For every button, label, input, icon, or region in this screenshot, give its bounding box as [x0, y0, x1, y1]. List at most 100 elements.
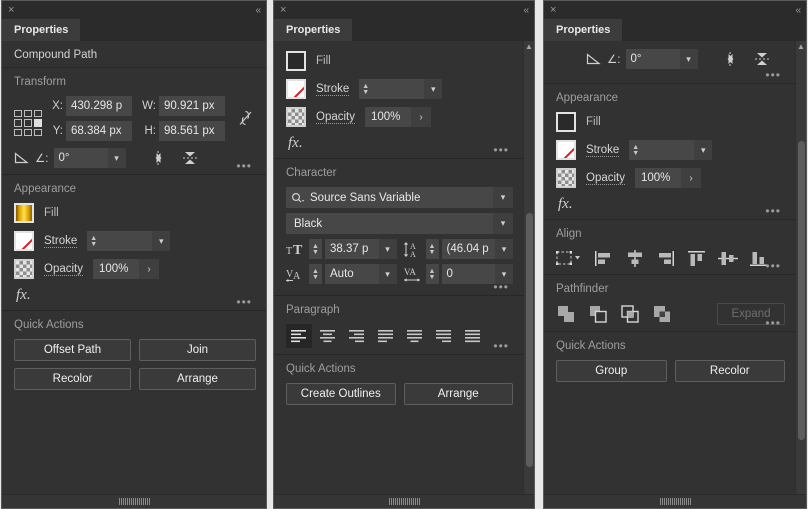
opacity-control[interactable]: 100% ›: [365, 107, 431, 127]
fill-swatch[interactable]: [556, 112, 576, 132]
opacity-swatch[interactable]: [286, 107, 306, 127]
font-size-control[interactable]: T T ▲ ▼ 38.37 p ▾: [286, 239, 397, 259]
tab-properties[interactable]: Properties: [274, 19, 353, 41]
opacity-swatch[interactable]: [14, 259, 34, 279]
font-family-combo[interactable]: Source Sans Variable ▾: [286, 187, 513, 208]
height-input[interactable]: 98.561 px: [159, 121, 225, 141]
tracking-input[interactable]: 0: [442, 264, 496, 284]
vertical-scrollbar[interactable]: ▲: [795, 41, 806, 494]
arrange-button[interactable]: Arrange: [139, 368, 256, 390]
chevron-down-icon[interactable]: ▾: [694, 140, 713, 160]
transform-more-options[interactable]: •••: [765, 69, 781, 81]
align-top-edges-icon[interactable]: [686, 248, 708, 268]
align-more-options[interactable]: •••: [765, 260, 781, 272]
stroke-swatch[interactable]: [14, 231, 34, 251]
chevron-down-icon[interactable]: ▾: [679, 49, 698, 69]
width-input[interactable]: 90.921 px: [159, 96, 225, 116]
paragraph-justify-last-center-icon[interactable]: [402, 324, 428, 348]
stroke-weight-control[interactable]: ▲ ▼ ▾: [359, 79, 443, 99]
opacity-expand-icon[interactable]: ›: [411, 107, 431, 127]
chevron-down-icon[interactable]: ▾: [152, 231, 171, 251]
appearance-more-options[interactable]: •••: [765, 205, 781, 217]
stroke-label[interactable]: Stroke: [586, 144, 620, 157]
kerning-input[interactable]: Auto: [325, 264, 379, 284]
scrollbar-thumb[interactable]: [798, 140, 805, 440]
collapse-panel-icon[interactable]: «: [255, 5, 260, 16]
join-button[interactable]: Join: [139, 339, 256, 361]
stroke-weight-input[interactable]: [100, 231, 152, 251]
chevron-down-icon[interactable]: ▾: [493, 213, 513, 234]
recolor-button[interactable]: Recolor: [674, 360, 785, 382]
tab-properties[interactable]: Properties: [544, 19, 623, 41]
pathfinder-minus-front-icon[interactable]: [588, 304, 608, 324]
appearance-more-options[interactable]: •••: [236, 296, 252, 308]
paragraph-justify-last-right-icon[interactable]: [431, 324, 457, 348]
flip-vertical-icon[interactable]: [181, 149, 199, 167]
opacity-input[interactable]: 100%: [635, 168, 681, 188]
stroke-swatch[interactable]: [286, 79, 306, 99]
opacity-swatch[interactable]: [556, 168, 576, 188]
flip-horizontal-icon[interactable]: [721, 50, 739, 68]
fx-effects-icon[interactable]: fx.: [286, 135, 513, 152]
stroke-weight-input[interactable]: [642, 140, 694, 160]
scroll-up-icon[interactable]: ▲: [524, 43, 534, 51]
close-icon[interactable]: ×: [550, 4, 556, 16]
chevron-down-icon[interactable]: ▾: [424, 79, 443, 99]
opacity-control[interactable]: 100% ›: [93, 259, 159, 279]
rotation-angle-combo[interactable]: 0° ▾: [53, 148, 126, 168]
stroke-label[interactable]: Stroke: [316, 83, 350, 96]
fill-swatch[interactable]: [286, 51, 306, 71]
font-size-stepper[interactable]: ▲ ▼: [309, 239, 322, 259]
kerning-stepper[interactable]: ▲ ▼: [309, 264, 322, 284]
rotation-angle-combo[interactable]: 0° ▾: [625, 49, 698, 69]
character-more-options[interactable]: •••: [493, 281, 509, 293]
tracking-stepper[interactable]: ▲ ▼: [425, 264, 439, 284]
opacity-input[interactable]: 100%: [365, 107, 411, 127]
stroke-weight-stepper[interactable]: ▲ ▼: [359, 79, 373, 99]
panel-resize-grip[interactable]: [2, 494, 266, 508]
fx-effects-icon[interactable]: fx.: [556, 196, 785, 213]
stroke-label[interactable]: Stroke: [44, 235, 78, 248]
offset-path-button[interactable]: Offset Path: [14, 339, 131, 361]
paragraph-justify-all-icon[interactable]: [460, 324, 486, 348]
chevron-down-icon[interactable]: ▾: [107, 148, 126, 168]
paragraph-align-center-icon[interactable]: [315, 324, 341, 348]
align-left-edges-icon[interactable]: [593, 248, 615, 268]
reference-point-selector-icon[interactable]: [14, 110, 42, 136]
pathfinder-more-options[interactable]: •••: [765, 317, 781, 329]
flip-horizontal-icon[interactable]: [149, 149, 167, 167]
x-input[interactable]: 430.298 p: [66, 96, 132, 116]
opacity-label[interactable]: Opacity: [586, 172, 625, 185]
scrollbar-thumb[interactable]: [526, 213, 533, 467]
constrain-proportions-broken-link-icon[interactable]: [234, 108, 256, 128]
leading-input[interactable]: (46.04 p: [442, 239, 496, 259]
opacity-input[interactable]: 100%: [93, 259, 139, 279]
opacity-expand-icon[interactable]: ›: [681, 168, 701, 188]
panel-resize-grip[interactable]: [544, 494, 806, 508]
panel-resize-grip[interactable]: [274, 494, 534, 508]
pathfinder-exclude-icon[interactable]: [652, 304, 672, 324]
group-button[interactable]: Group: [556, 360, 667, 382]
vertical-scrollbar[interactable]: ▲: [523, 41, 534, 494]
align-to-dropdown-icon[interactable]: [556, 248, 584, 268]
collapse-panel-icon[interactable]: «: [795, 5, 800, 16]
opacity-control[interactable]: 100% ›: [635, 168, 701, 188]
chevron-down-icon[interactable]: ▾: [495, 239, 513, 259]
stroke-weight-control[interactable]: ▲ ▼ ▾: [87, 231, 171, 251]
opacity-expand-icon[interactable]: ›: [139, 259, 159, 279]
font-size-input[interactable]: 38.37 p: [325, 239, 379, 259]
create-outlines-button[interactable]: Create Outlines: [286, 383, 396, 405]
close-icon[interactable]: ×: [280, 4, 286, 16]
chevron-down-icon[interactable]: ▾: [378, 239, 397, 259]
chevron-down-icon[interactable]: ▾: [378, 264, 397, 284]
stroke-weight-control[interactable]: ▲ ▼ ▾: [629, 140, 713, 160]
tab-properties[interactable]: Properties: [2, 19, 81, 41]
fill-swatch[interactable]: [14, 203, 34, 223]
flip-vertical-icon[interactable]: [753, 50, 771, 68]
chevron-down-icon[interactable]: ▾: [493, 187, 513, 208]
close-icon[interactable]: ×: [8, 4, 14, 16]
align-right-edges-icon[interactable]: [655, 248, 677, 268]
leading-control[interactable]: A A ▲ ▼ (46.04 p ▾: [403, 239, 513, 259]
paragraph-justify-last-left-icon[interactable]: [373, 324, 399, 348]
arrange-button[interactable]: Arrange: [403, 383, 513, 405]
